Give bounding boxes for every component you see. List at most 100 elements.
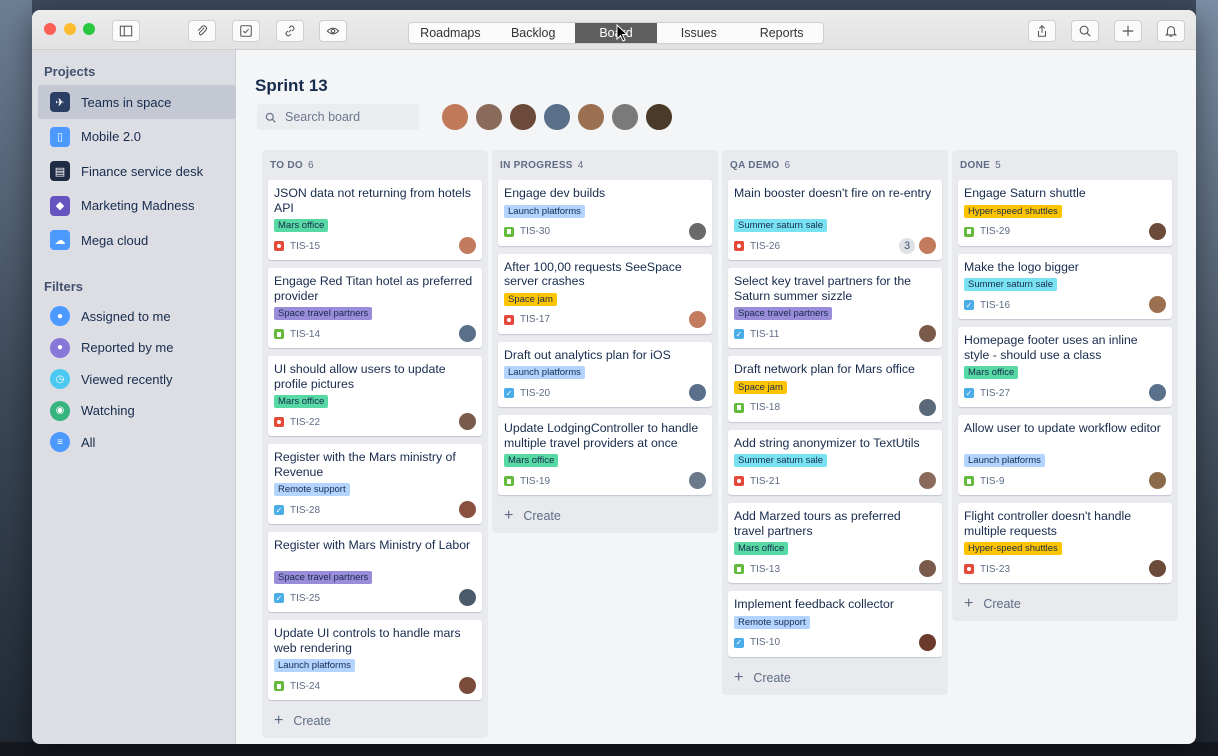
checklist-button[interactable] [232,20,260,42]
assignee-avatar[interactable] [1149,296,1166,313]
issue-card[interactable]: Update UI controls to handle mars web re… [268,620,482,700]
assignee-avatar[interactable] [689,222,706,240]
issue-card[interactable]: UI should allow users to update profile … [268,356,482,436]
team-member-avatar[interactable] [508,102,538,132]
create-issue-button[interactable]: + Create [964,595,1021,613]
zoom-window-button[interactable] [83,23,95,35]
issue-card[interactable]: Draft network plan for Mars office Space … [728,356,942,422]
issue-card[interactable]: Make the logo bigger Summer saturn sale ✓ T… [958,253,1172,319]
issue-card[interactable]: Register with the Mars ministry of Reven… [268,444,482,524]
issue-card[interactable]: Engage Red Titan hotel as preferred prov… [268,268,482,348]
projects-heading: Projects [44,64,96,79]
team-member-avatar[interactable] [440,102,470,132]
assignee-avatar[interactable] [919,325,936,342]
watch-button[interactable] [319,20,347,42]
attach-button[interactable] [188,20,216,42]
assignee-avatar[interactable] [459,237,476,254]
sidebar-item-marketing-madness[interactable]: ◆ Marketing Madness [38,189,236,223]
assignee-avatar[interactable] [459,589,476,606]
create-issue-button[interactable]: + Create [504,507,561,525]
plus-icon: + [274,712,284,729]
assignee-avatar[interactable] [1149,472,1166,489]
card-footer: TIS-17 [504,314,550,326]
issue-card[interactable]: Engage dev builds Launch platforms TIS-30 [498,180,712,246]
issue-card[interactable]: Allow user to update workflow editor Laun… [958,415,1172,495]
assignee-avatar[interactable] [1149,222,1166,240]
epic-label: Summer saturn sale [734,454,828,467]
filter-item-all[interactable]: ≡ All [38,425,236,459]
assignee-avatar[interactable] [459,501,476,518]
team-member-avatar[interactable] [474,102,504,132]
card-title: Update UI controls to handle mars web re… [274,626,461,655]
issue-key: TIS-24 [290,680,321,692]
search-button[interactable] [1071,20,1099,42]
issue-key: TIS-25 [290,592,321,604]
issue-card[interactable]: Homepage footer uses an inline style - s… [958,327,1172,407]
assignee-avatar[interactable] [1149,384,1166,401]
issue-key: TIS-28 [290,504,321,516]
epic-label: Mars office [274,395,329,408]
search-input[interactable]: Search board [257,104,419,130]
share-button[interactable] [1028,20,1056,42]
assignee-avatar[interactable] [459,325,476,342]
board-column-qa-demo: QA DEMO 6 Main booster doesn't fire on re-… [722,150,948,695]
tab-issues[interactable]: Issues [657,23,740,43]
sidebar-item-mega-cloud[interactable]: ☁ Mega cloud [38,223,236,257]
issue-card[interactable]: Register with Mars Ministry of Labor Spac… [268,532,482,612]
sidebar-toggle-button[interactable] [112,20,140,42]
column-header: DONE 5 [960,160,1001,171]
assignee-avatar[interactable] [919,560,936,577]
create-issue-button[interactable]: + Create [274,712,331,730]
issue-card[interactable]: Update LodgingController to handle multi… [498,415,712,495]
notifications-button[interactable] [1157,20,1185,42]
column-title: IN PROGRESS [500,160,573,171]
assignee-avatar[interactable] [459,677,476,694]
issue-card[interactable]: Add Marzed tours as preferred travel par… [728,503,942,583]
issue-card[interactable]: Engage Saturn shuttle Hyper-speed shuttle… [958,180,1172,246]
assignee-avatar[interactable] [689,310,706,328]
issue-type-story-icon [734,564,744,574]
filter-item-assigned-to-me[interactable]: ● Assigned to me [38,299,236,333]
assignee-avatar[interactable] [919,398,936,416]
close-window-button[interactable] [44,23,56,35]
issue-card[interactable]: Main booster doesn't fire on re-entry Sum… [728,180,942,260]
issue-card[interactable]: Draft out analytics plan for iOS Launch p… [498,341,712,407]
tab-roadmaps[interactable]: Roadmaps [409,23,492,43]
team-member-avatar[interactable] [644,102,674,132]
minimize-window-button[interactable] [64,23,76,35]
filter-item-reported-by-me[interactable]: ● Reported by me [38,331,236,365]
card-title: JSON data not returning from hotels API [274,186,471,215]
issue-card[interactable]: After 100,00 requests SeeSpace server cr… [498,253,712,334]
column-header: QA DEMO 6 [730,160,790,171]
filter-item-watching[interactable]: ◉ Watching [38,394,236,428]
issue-card[interactable]: Add string anonymizer to TextUtils Summer… [728,429,942,495]
issue-card[interactable]: Flight controller doesn't handle multipl… [958,503,1172,583]
issue-card[interactable]: Select key travel partners for the Satur… [728,268,942,348]
assignee-avatar[interactable] [919,237,936,254]
board-column-done: DONE 5 Engage Saturn shuttle Hyper-speed sh… [952,150,1178,621]
sidebar-item-teams-in-space[interactable]: ✈ Teams in space [38,85,236,119]
team-member-avatar[interactable] [610,102,640,132]
issue-card[interactable]: JSON data not returning from hotels API M… [268,180,482,260]
assignee-avatar[interactable] [919,472,936,489]
team-member-avatar[interactable] [542,102,572,132]
issue-type-bug-icon [734,241,744,251]
card-title: Register with Mars Ministry of Labor [274,538,471,552]
sidebar-item-finance-service-desk[interactable]: ▤ Finance service desk [38,154,236,188]
assignee-avatar[interactable] [1149,560,1166,577]
team-member-avatar[interactable] [576,102,606,132]
create-label: Create [753,670,791,685]
add-button[interactable] [1114,20,1142,42]
create-issue-button[interactable]: + Create [734,669,791,687]
issue-card[interactable]: Implement feedback collector Remote suppo… [728,591,942,657]
sidebar-item-mobile-2-0[interactable]: ▯ Mobile 2.0 [38,120,236,154]
assignee-avatar[interactable] [689,384,706,401]
assignee-avatar[interactable] [919,633,936,651]
card-footer: ✓ TIS-10 [734,637,780,649]
filter-item-viewed-recently[interactable]: ◷ Viewed recently [38,362,236,396]
link-button[interactable] [276,20,304,42]
tab-backlog[interactable]: Backlog [492,23,575,43]
assignee-avatar[interactable] [689,472,706,489]
assignee-avatar[interactable] [459,413,476,430]
tab-reports[interactable]: Reports [740,23,823,43]
